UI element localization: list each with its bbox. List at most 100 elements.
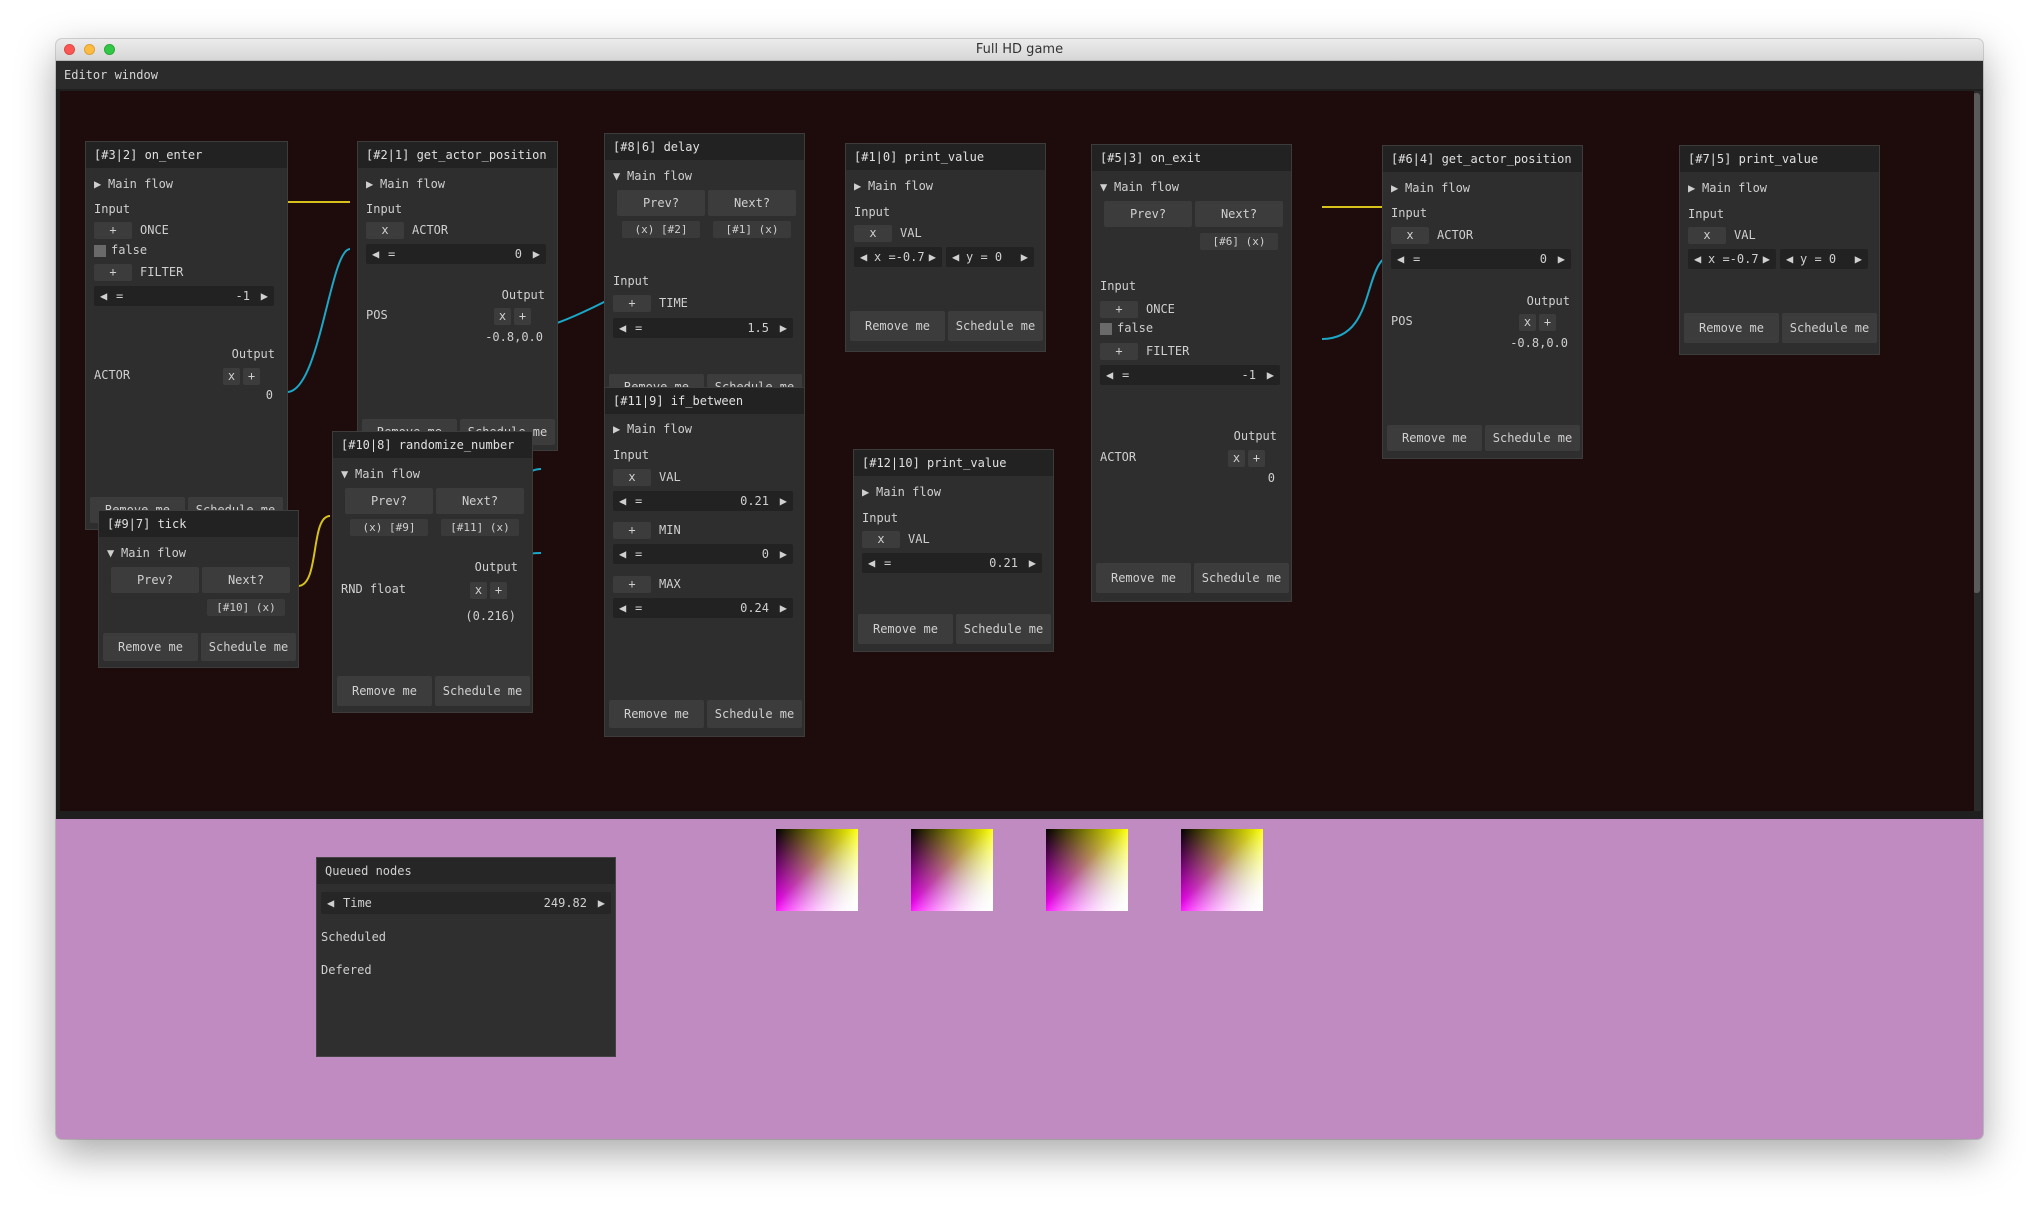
remove-me-button[interactable]: Remove me: [337, 676, 432, 706]
node-print-value-7[interactable]: [#7|5] print_value ▶ Main flow Input x V…: [1679, 145, 1880, 355]
rnd-add-button[interactable]: +: [490, 582, 507, 599]
time-value-stepper[interactable]: ◀ = 1.5 ▶: [613, 318, 793, 338]
node-title[interactable]: [#3|2] on_enter: [86, 142, 287, 168]
main-flow-arrow[interactable]: ▶: [94, 177, 101, 191]
main-flow-label[interactable]: Main flow: [868, 179, 933, 193]
editor-title[interactable]: Editor window: [56, 61, 1983, 89]
node-print-value-12[interactable]: [#12|10] print_value ▶ Main flow Input x…: [853, 449, 1054, 652]
prev-button[interactable]: Prev?: [345, 488, 433, 514]
node-title[interactable]: [#6|4] get_actor_position: [1383, 146, 1582, 172]
add-max-button[interactable]: +: [613, 576, 651, 593]
node-randomize-number[interactable]: [#10|8] randomize_number ▼ Main flow Pre…: [332, 431, 533, 713]
add-min-button[interactable]: +: [613, 522, 651, 539]
x-stepper[interactable]: ◀ x =-0.7 ▶: [1688, 249, 1776, 269]
remove-me-button[interactable]: Remove me: [850, 311, 945, 341]
add-filter-button[interactable]: +: [1100, 343, 1138, 360]
prev-link[interactable]: (x) [#9]: [350, 519, 428, 536]
actor-value-stepper[interactable]: ◀ = 0 ▶: [366, 244, 546, 264]
node-title[interactable]: [#11|9] if_between: [605, 388, 804, 414]
add-time-button[interactable]: +: [613, 295, 651, 312]
pos-clear-button[interactable]: x: [1519, 314, 1536, 331]
node-print-value-1[interactable]: [#1|0] print_value ▶ Main flow Input x V…: [845, 143, 1046, 352]
schedule-me-button[interactable]: Schedule me: [948, 311, 1043, 341]
max-stepper[interactable]: ◀ = 0.24 ▶: [613, 598, 793, 618]
val-clear-button[interactable]: x: [854, 225, 892, 242]
schedule-me-button[interactable]: Schedule me: [1782, 313, 1877, 343]
next-button[interactable]: Next?: [436, 488, 524, 514]
stepper-right-arrow[interactable]: ▶: [261, 286, 268, 306]
queued-nodes-window[interactable]: Queued nodes ◀ Time 249.82 ▶ Scheduled D…: [316, 857, 616, 1057]
main-flow-label[interactable]: Main flow: [380, 177, 445, 191]
schedule-me-button[interactable]: Schedule me: [707, 700, 802, 728]
next-button[interactable]: Next?: [708, 190, 796, 216]
main-flow-label[interactable]: Main flow: [876, 485, 941, 499]
x-stepper[interactable]: ◀ x =-0.7 ▶: [854, 247, 942, 267]
stepper-left-arrow[interactable]: ◀: [100, 286, 107, 306]
filter-value-stepper[interactable]: ◀ = -1 ▶: [1100, 365, 1280, 385]
next-link[interactable]: [#11] (x): [441, 519, 519, 536]
main-flow-arrow[interactable]: ▼: [613, 169, 620, 183]
schedule-me-button[interactable]: Schedule me: [201, 633, 296, 661]
actor-add-button[interactable]: +: [1248, 450, 1265, 467]
node-get-actor-position-6[interactable]: [#6|4] get_actor_position ▶ Main flow In…: [1382, 145, 1583, 459]
actor-clear-button[interactable]: x: [1228, 450, 1245, 467]
val-stepper[interactable]: ◀ = 0.21 ▶: [862, 553, 1042, 573]
queued-nodes-title[interactable]: Queued nodes: [317, 858, 615, 884]
node-on-enter[interactable]: [#3|2] on_enter ▶ Main flow Input + ONCE…: [85, 141, 288, 530]
node-canvas[interactable]: [#3|2] on_enter ▶ Main flow Input + ONCE…: [60, 91, 1974, 811]
node-delay[interactable]: [#8|6] delay ▼ Main flow Prev? Next? (x)…: [604, 133, 805, 407]
schedule-me-button[interactable]: Schedule me: [956, 614, 1051, 644]
main-flow-label[interactable]: Main flow: [1114, 180, 1179, 194]
false-checkbox[interactable]: [94, 245, 106, 257]
actor-clear-button[interactable]: x: [366, 222, 404, 239]
editor-scroll-thumb[interactable]: [1973, 93, 1980, 593]
pos-clear-button[interactable]: x: [494, 308, 511, 325]
y-stepper[interactable]: ◀ y = 0 ▶: [946, 247, 1034, 267]
main-flow-arrow[interactable]: ▶: [862, 485, 869, 499]
rnd-clear-button[interactable]: x: [470, 582, 487, 599]
main-flow-label[interactable]: Main flow: [627, 169, 692, 183]
main-flow-arrow[interactable]: ▼: [341, 467, 348, 481]
remove-me-button[interactable]: Remove me: [1684, 313, 1779, 343]
filter-value-stepper[interactable]: ◀ = -1 ▶: [94, 286, 274, 306]
main-flow-arrow[interactable]: ▶: [1688, 181, 1695, 195]
schedule-me-button[interactable]: Schedule me: [1194, 563, 1289, 593]
node-title[interactable]: [#12|10] print_value: [854, 450, 1053, 476]
main-flow-label[interactable]: Main flow: [355, 467, 420, 481]
schedule-me-button[interactable]: Schedule me: [435, 676, 530, 706]
node-title[interactable]: [#5|3] on_exit: [1092, 145, 1291, 171]
remove-me-button[interactable]: Remove me: [1096, 563, 1191, 593]
next-button[interactable]: Next?: [1195, 201, 1283, 227]
node-title[interactable]: [#9|7] tick: [99, 511, 298, 537]
actor-add-button[interactable]: +: [243, 368, 260, 385]
main-flow-label[interactable]: Main flow: [1405, 181, 1470, 195]
add-once-button[interactable]: +: [1100, 301, 1138, 318]
node-get-actor-position-2[interactable]: [#2|1] get_actor_position ▶ Main flow In…: [357, 141, 558, 451]
prev-button[interactable]: Prev?: [617, 190, 705, 216]
prev-button[interactable]: Prev?: [1104, 201, 1192, 227]
val-clear-button[interactable]: x: [613, 469, 651, 486]
val-clear-button[interactable]: x: [1688, 227, 1726, 244]
main-flow-arrow[interactable]: ▶: [613, 422, 620, 436]
false-checkbox[interactable]: [1100, 323, 1112, 335]
prev-button[interactable]: Prev?: [111, 567, 199, 593]
main-flow-arrow[interactable]: ▶: [1391, 181, 1398, 195]
next-link[interactable]: [#1] (x): [713, 221, 791, 238]
node-on-exit[interactable]: [#5|3] on_exit ▼ Main flow Prev? Next? […: [1091, 144, 1292, 602]
remove-me-button[interactable]: Remove me: [858, 614, 953, 644]
main-flow-label[interactable]: Main flow: [627, 422, 692, 436]
remove-me-button[interactable]: Remove me: [609, 700, 704, 728]
next-link[interactable]: [#10] (x): [207, 599, 285, 616]
main-flow-label[interactable]: Main flow: [1702, 181, 1767, 195]
node-title[interactable]: [#7|5] print_value: [1680, 146, 1879, 172]
remove-me-button[interactable]: Remove me: [1387, 425, 1482, 451]
y-stepper[interactable]: ◀ y = 0 ▶: [1780, 249, 1868, 269]
min-stepper[interactable]: ◀ = 0 ▶: [613, 544, 793, 564]
add-once-button[interactable]: +: [94, 222, 132, 239]
node-if-between[interactable]: [#11|9] if_between ▶ Main flow Input x V…: [604, 387, 805, 737]
main-flow-label[interactable]: Main flow: [121, 546, 186, 560]
node-title[interactable]: [#1|0] print_value: [846, 144, 1045, 170]
schedule-me-button[interactable]: Schedule me: [1485, 425, 1580, 451]
node-tick[interactable]: [#9|7] tick ▼ Main flow Prev? Next? [#10…: [98, 510, 299, 668]
node-title[interactable]: [#8|6] delay: [605, 134, 804, 160]
